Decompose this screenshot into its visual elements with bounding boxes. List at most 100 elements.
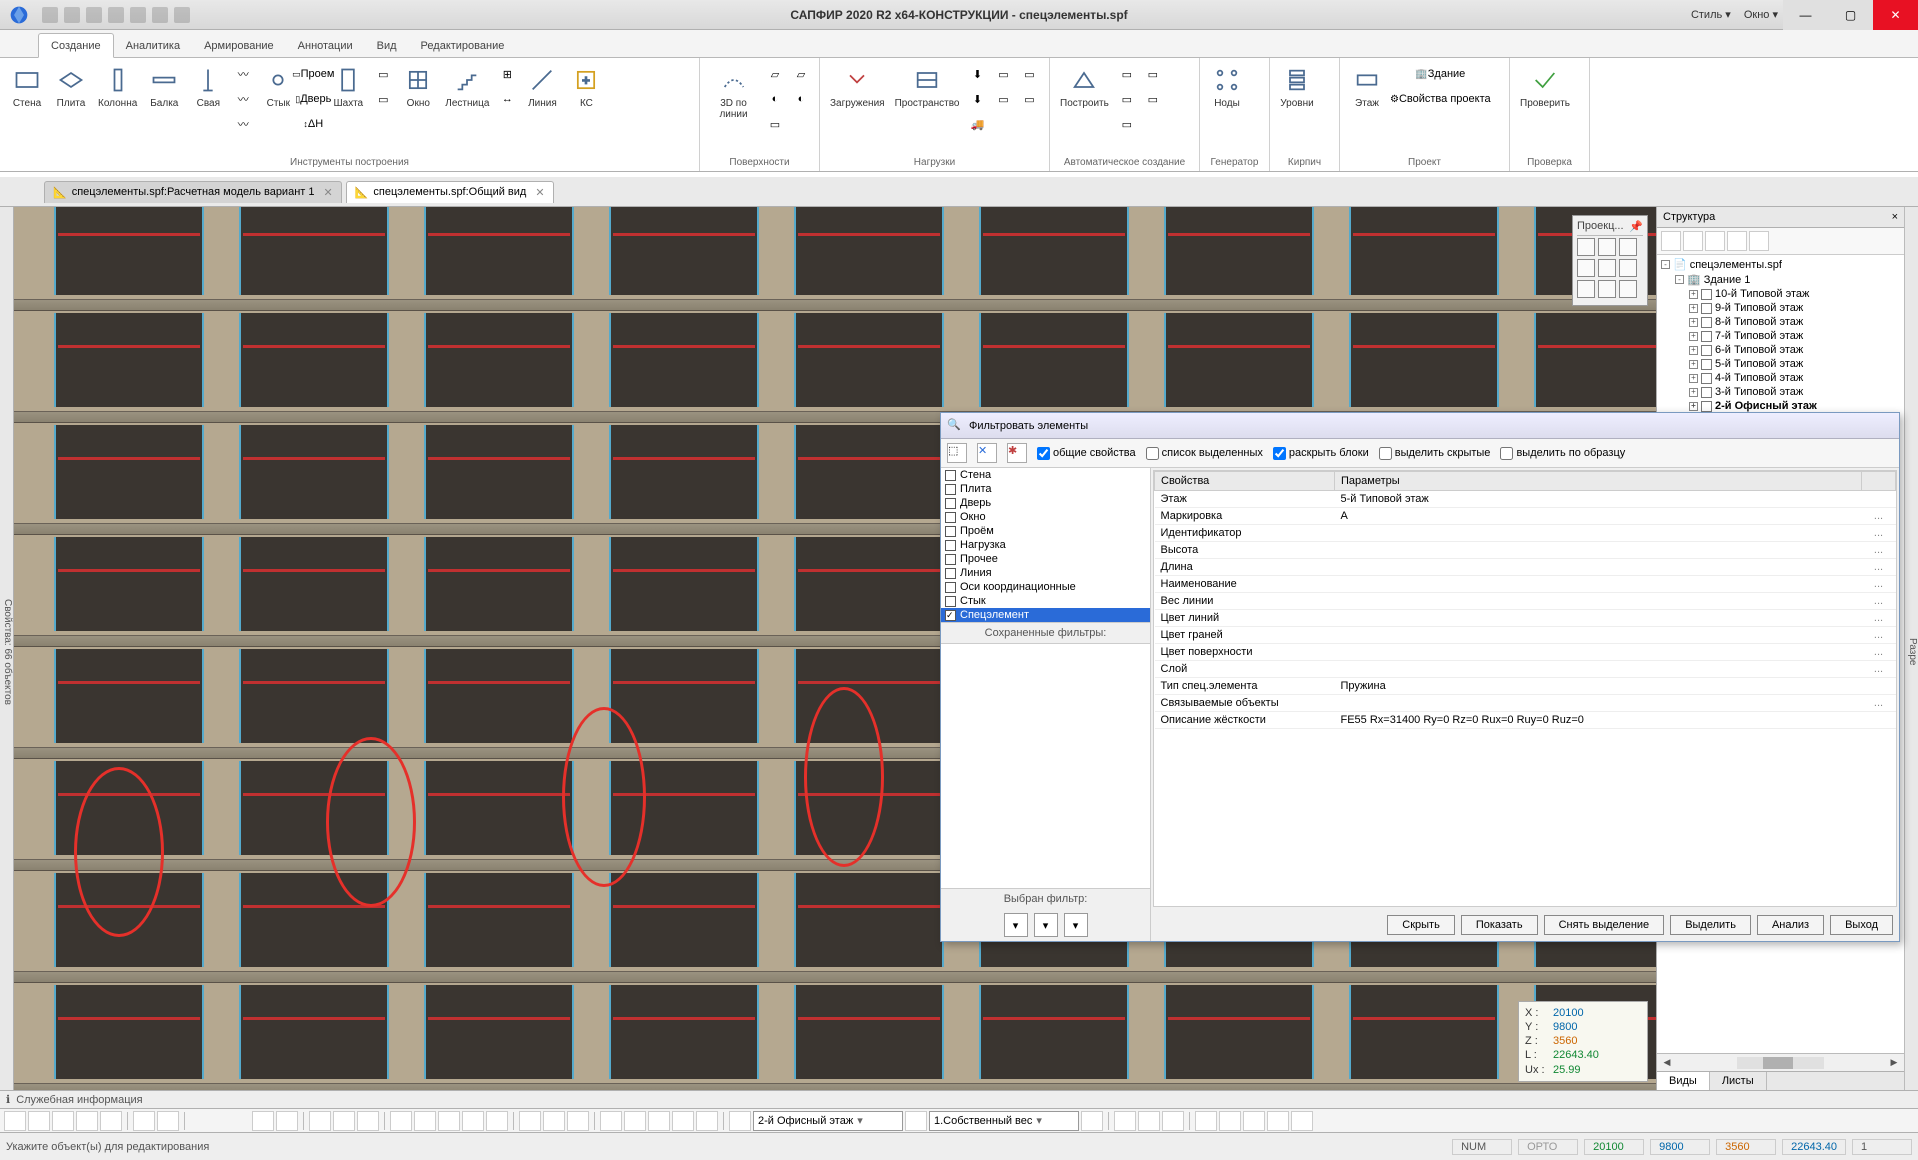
truss1-icon[interactable]: 〰 (231, 62, 255, 86)
bt36[interactable] (1291, 1111, 1313, 1131)
bt10[interactable] (309, 1111, 331, 1131)
type-item[interactable]: Окно (941, 510, 1150, 524)
minimize-button[interactable]: — (1783, 0, 1828, 30)
chk-blocks[interactable]: раскрыть блоки (1273, 447, 1369, 460)
window-button[interactable]: Окно (397, 62, 439, 155)
view-iso2-icon[interactable] (1598, 259, 1616, 277)
bt19[interactable] (543, 1111, 565, 1131)
qat-save-icon[interactable] (86, 7, 102, 23)
levels-button[interactable]: Уровни (1276, 62, 1318, 155)
tab-create[interactable]: Создание (38, 33, 114, 58)
floor-button[interactable]: Этаж (1346, 62, 1388, 155)
view-p2-icon[interactable] (1598, 280, 1616, 298)
view-iso1-icon[interactable] (1577, 259, 1595, 277)
properties-sidebar[interactable]: Свойства: 66 объектов (0, 207, 14, 1090)
pile-button[interactable]: Свая (187, 62, 229, 155)
section-sidebar[interactable]: Разре (1904, 207, 1918, 1090)
loadcase-button[interactable]: Загружения (826, 62, 889, 155)
bt34[interactable] (1243, 1111, 1265, 1131)
load-combo[interactable]: 1.Собственный вес▾ (929, 1111, 1079, 1131)
auto4-icon[interactable]: ▭ (1141, 62, 1165, 86)
type-item[interactable]: Плита (941, 482, 1150, 496)
door-small[interactable]: ▯ Дверь (301, 87, 325, 111)
bt35[interactable] (1267, 1111, 1289, 1131)
type-item[interactable]: Спецэлемент (941, 608, 1150, 622)
auto1-icon[interactable]: ▭ (1115, 62, 1139, 86)
qat-open-icon[interactable] (64, 7, 80, 23)
beam-button[interactable]: Балка (143, 62, 185, 155)
auto2-icon[interactable]: ▭ (1115, 87, 1139, 111)
bt12[interactable] (357, 1111, 379, 1131)
bt11[interactable] (333, 1111, 355, 1131)
type-item[interactable]: Дверь (941, 496, 1150, 510)
bt9[interactable] (276, 1111, 298, 1131)
space-button[interactable]: Пространство (891, 62, 964, 155)
bt8[interactable] (252, 1111, 274, 1131)
tab-edit[interactable]: Редактирование (409, 34, 517, 57)
sheets-tab[interactable]: Листы (1710, 1072, 1767, 1090)
truck-icon[interactable]: 🚚 (965, 112, 989, 136)
load4-icon[interactable]: ▭ (991, 87, 1015, 111)
style-menu[interactable]: Стиль (1691, 9, 1722, 21)
wall-button[interactable]: Стена (6, 62, 48, 155)
maximize-button[interactable]: ▢ (1828, 0, 1873, 30)
bt2[interactable] (28, 1111, 50, 1131)
types-list[interactable]: СтенаПлитаДверьОкноПроёмНагрузкаПрочееЛи… (941, 468, 1150, 623)
dialog-titlebar[interactable]: 🔍 Фильтровать элементы (941, 413, 1899, 439)
bt20[interactable] (567, 1111, 589, 1131)
doctab-0[interactable]: 📐 спецэлементы.spf:Расчетная модель вари… (44, 181, 342, 203)
tree-btn2[interactable] (1683, 231, 1703, 251)
dh-small[interactable]: ↕ ΔH (301, 112, 325, 136)
truss2-icon[interactable]: 〰 (231, 87, 255, 111)
type-item[interactable]: Стена (941, 468, 1150, 482)
line-button[interactable]: Линия (521, 62, 563, 155)
grid-icon[interactable]: ⊞ (495, 62, 519, 86)
chk-hidden[interactable]: выделить скрытые (1379, 447, 1491, 460)
column-button[interactable]: Колонна (94, 62, 141, 155)
tree-btn3[interactable] (1705, 231, 1725, 251)
stair-button[interactable]: Лестница (441, 62, 493, 155)
load3-icon[interactable]: ▭ (991, 62, 1015, 86)
ks-button[interactable]: +КС (565, 62, 607, 155)
bt28[interactable] (1081, 1111, 1103, 1131)
analysis-button[interactable]: Анализ (1757, 915, 1824, 935)
bt6[interactable] (133, 1111, 155, 1131)
hide-button[interactable]: Скрыть (1387, 915, 1455, 935)
win2-icon[interactable]: ▭ (371, 87, 395, 111)
bt30[interactable] (1138, 1111, 1160, 1131)
projprops-small[interactable]: ⚙ Свойства проекта (1390, 87, 1491, 111)
qat-new-icon[interactable] (42, 7, 58, 23)
view-front-icon[interactable] (1598, 238, 1616, 256)
bt23[interactable] (648, 1111, 670, 1131)
bt24[interactable] (672, 1111, 694, 1131)
ortho-indicator[interactable]: ОРТО (1518, 1139, 1578, 1155)
nodes-button[interactable]: Ноды (1206, 62, 1248, 155)
close-icon[interactable]: ✕ (535, 186, 544, 199)
floor-combo[interactable]: 2-й Офисный этаж▾ (753, 1111, 903, 1131)
close-button[interactable]: ✕ (1873, 0, 1918, 30)
qat-redo-icon[interactable] (130, 7, 146, 23)
saved-filters-box[interactable] (941, 643, 1150, 889)
auto5-icon[interactable]: ▭ (1141, 87, 1165, 111)
type-item[interactable]: Нагрузка (941, 538, 1150, 552)
type-item[interactable]: Прочее (941, 552, 1150, 566)
bt14[interactable] (414, 1111, 436, 1131)
chk-sample[interactable]: выделить по образцу (1500, 447, 1625, 460)
close-icon[interactable]: ✕ (323, 186, 332, 199)
bt13[interactable] (390, 1111, 412, 1131)
filter-tool2[interactable]: ✕ (977, 443, 997, 463)
bt17[interactable] (486, 1111, 508, 1131)
select-button[interactable]: Выделить (1670, 915, 1751, 935)
view-p1-icon[interactable] (1577, 280, 1595, 298)
projection-panel[interactable]: Проекц...📌 (1572, 215, 1648, 306)
filter-save-icon[interactable]: ▾ (1004, 913, 1028, 937)
bt7[interactable] (157, 1111, 179, 1131)
bt29[interactable] (1114, 1111, 1136, 1131)
filter-tool3[interactable]: ✱ (1007, 443, 1027, 463)
view-iso3-icon[interactable] (1619, 259, 1637, 277)
bt32[interactable] (1195, 1111, 1217, 1131)
chk-common[interactable]: общие свойства (1037, 447, 1136, 460)
bt33[interactable] (1219, 1111, 1241, 1131)
filter-tool1[interactable]: ⬚ (947, 443, 967, 463)
tree-hscroll[interactable]: ◀▶ (1657, 1053, 1904, 1071)
